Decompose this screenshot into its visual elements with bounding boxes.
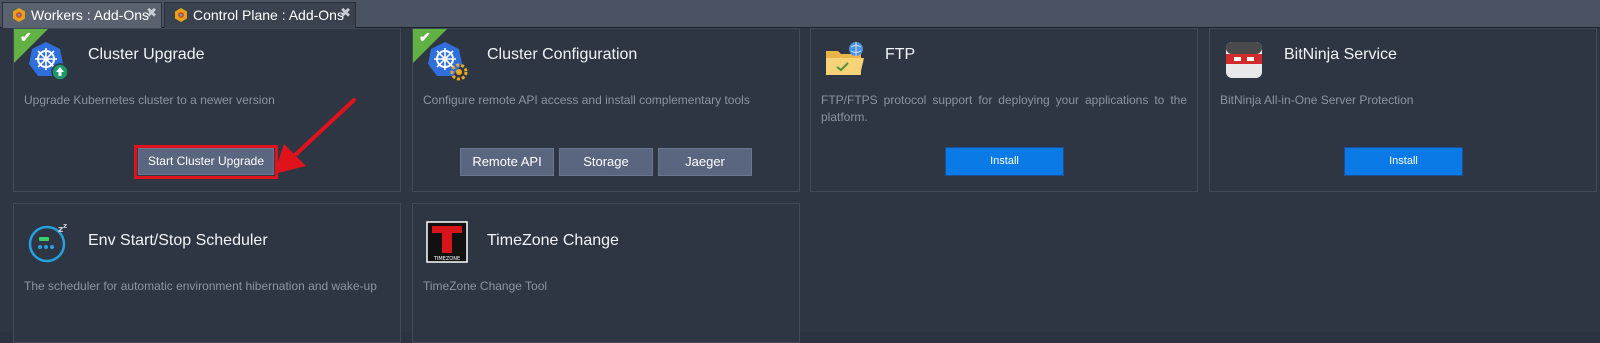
addon-card-cluster-configuration: ✔ Cluster Configuration Configure remote… [412, 28, 800, 192]
remote-api-button[interactable]: Remote API [460, 148, 554, 176]
svg-text:z: z [63, 222, 67, 230]
card-title: Env Start/Stop Scheduler [88, 232, 268, 249]
card-title: Cluster Upgrade [88, 46, 205, 63]
timezone-logo-text: TIMEZONE [433, 256, 460, 262]
addon-card-bitninja: BitNinja Service BitNinja All-in-One Ser… [1209, 28, 1597, 192]
card-title: Cluster Configuration [487, 46, 638, 63]
install-button[interactable]: Install [1344, 147, 1463, 176]
card-description: The scheduler for automatic environment … [24, 279, 377, 293]
storage-button[interactable]: Storage [559, 148, 653, 176]
tab-label: Control Plane : Add-Ons [193, 7, 344, 23]
addon-card-ftp: FTP FTP/FTPS protocol support for deploy… [810, 28, 1198, 192]
card-title: TimeZone Change [487, 232, 619, 249]
card-description: BitNinja All-in-One Server Protection [1220, 93, 1414, 107]
kubernetes-config-icon [428, 42, 468, 81]
install-button[interactable]: Install [945, 147, 1064, 176]
card-description: Configure remote API access and install … [423, 93, 750, 107]
close-icon[interactable]: ✖ [146, 1, 157, 25]
start-cluster-upgrade-button[interactable]: Start Cluster Upgrade [138, 148, 274, 175]
card-description: TimeZone Change Tool [423, 279, 548, 293]
tab-control-plane-addons[interactable]: Control Plane : Add-Ons ✖ [164, 2, 356, 28]
card-title: FTP [885, 46, 916, 63]
card-title: BitNinja Service [1284, 46, 1397, 63]
timezone-icon: TIMEZONE [426, 221, 468, 263]
tab-workers-addons[interactable]: Workers : Add-Ons ✖ [2, 2, 162, 28]
jaeger-button[interactable]: Jaeger [658, 148, 752, 176]
bitninja-icon [1226, 42, 1262, 78]
addon-hexagon-icon [175, 8, 187, 22]
addons-panel: ✔ Cluster Upgrade Upgrade Kubernetes clu… [0, 28, 1600, 343]
card-description: FTP/FTPS protocol support for deploying … [821, 93, 1187, 124]
close-icon[interactable]: ✖ [340, 1, 351, 25]
scheduler-icon: z z [28, 222, 67, 263]
addon-card-timezone: TIMEZONE TimeZone Change TimeZone Change… [412, 203, 800, 343]
tab-bar: Workers : Add-Ons ✖ Control Plane : Add-… [0, 0, 1600, 28]
annotation-arrow-icon [274, 98, 356, 174]
tab-label: Workers : Add-Ons [31, 7, 150, 23]
ftp-folder-icon [826, 42, 864, 75]
kubernetes-upgrade-icon [29, 42, 69, 81]
addon-card-scheduler: z z Env Start/Stop Scheduler The schedul… [13, 203, 401, 343]
addon-hexagon-icon [13, 8, 25, 22]
